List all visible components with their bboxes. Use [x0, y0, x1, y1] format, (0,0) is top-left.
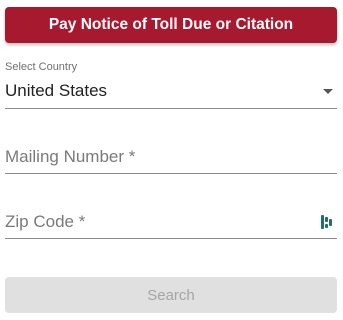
mailing-number-input[interactable]	[5, 143, 315, 171]
country-select[interactable]: Select Country United States	[5, 60, 337, 109]
country-select-value: United States	[5, 81, 108, 100]
mailing-number-field	[5, 143, 337, 174]
password-manager-icon[interactable]	[321, 215, 333, 229]
dropdown-arrow-icon[interactable]	[323, 89, 333, 94]
country-select-label: Select Country	[5, 61, 78, 73]
zip-code-field	[5, 208, 337, 239]
zip-code-input[interactable]	[5, 208, 315, 236]
search-button[interactable]: Search	[5, 277, 337, 313]
pay-notice-button[interactable]: Pay Notice of Toll Due or Citation	[5, 7, 337, 43]
